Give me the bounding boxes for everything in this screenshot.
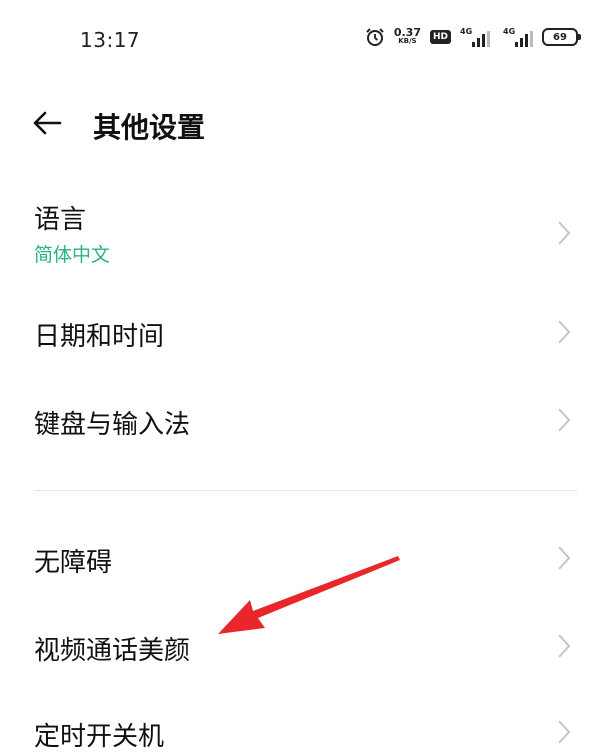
signal-bars-icon <box>515 31 533 47</box>
status-bar: 13:17 0.37 KB/S HD 4G 4G 69 <box>0 0 612 80</box>
chevron-right-icon <box>558 320 571 344</box>
battery-icon: 69 <box>542 28 581 46</box>
settings-item-video-call-beauty[interactable]: 视频通话美颜 <box>0 620 612 676</box>
settings-item-label: 视频通话美颜 <box>34 636 191 666</box>
back-arrow-icon[interactable] <box>32 110 62 136</box>
chevron-right-icon <box>558 634 571 658</box>
settings-item-accessibility[interactable]: 无障碍 <box>0 532 612 588</box>
settings-item-keyboard[interactable]: 键盘与输入法 <box>0 394 612 450</box>
settings-item-label: 日期和时间 <box>34 322 165 352</box>
signal-label-sim1: 4G <box>460 27 473 36</box>
network-speed-unit: KB/S <box>398 37 417 45</box>
settings-item-language[interactable]: 语言 简体中文 <box>0 195 612 275</box>
alarm-icon <box>366 28 384 46</box>
chevron-right-icon <box>558 546 571 570</box>
page-header: 其他设置 <box>0 98 612 148</box>
network-speed: 0.37 KB/S <box>393 26 421 46</box>
chevron-right-icon <box>558 408 571 432</box>
settings-item-scheduled-power[interactable]: 定时开关机 <box>0 706 612 756</box>
settings-item-label: 语言 <box>34 205 87 235</box>
hd-voice-icon: HD <box>429 30 451 44</box>
signal-icon-sim2: 4G <box>499 27 533 47</box>
status-icons: 0.37 KB/S HD 4G 4G 69 <box>365 26 581 47</box>
page-title: 其他设置 <box>93 111 206 144</box>
chevron-right-icon <box>558 720 571 744</box>
signal-icon-sim1: 4G <box>460 27 490 47</box>
chevron-right-icon <box>558 221 571 245</box>
signal-label-sim2: 4G <box>503 27 516 36</box>
settings-item-value: 简体中文 <box>34 244 111 266</box>
network-speed-value: 0.37 <box>393 26 421 39</box>
section-divider <box>34 490 578 491</box>
battery-level: 69 <box>553 31 567 43</box>
signal-bars-icon <box>472 31 490 47</box>
settings-item-date-time[interactable]: 日期和时间 <box>0 306 612 362</box>
settings-item-label: 键盘与输入法 <box>34 410 191 440</box>
settings-item-label: 无障碍 <box>34 548 113 578</box>
settings-item-label: 定时开关机 <box>34 722 165 752</box>
status-time: 13:17 <box>80 28 141 52</box>
